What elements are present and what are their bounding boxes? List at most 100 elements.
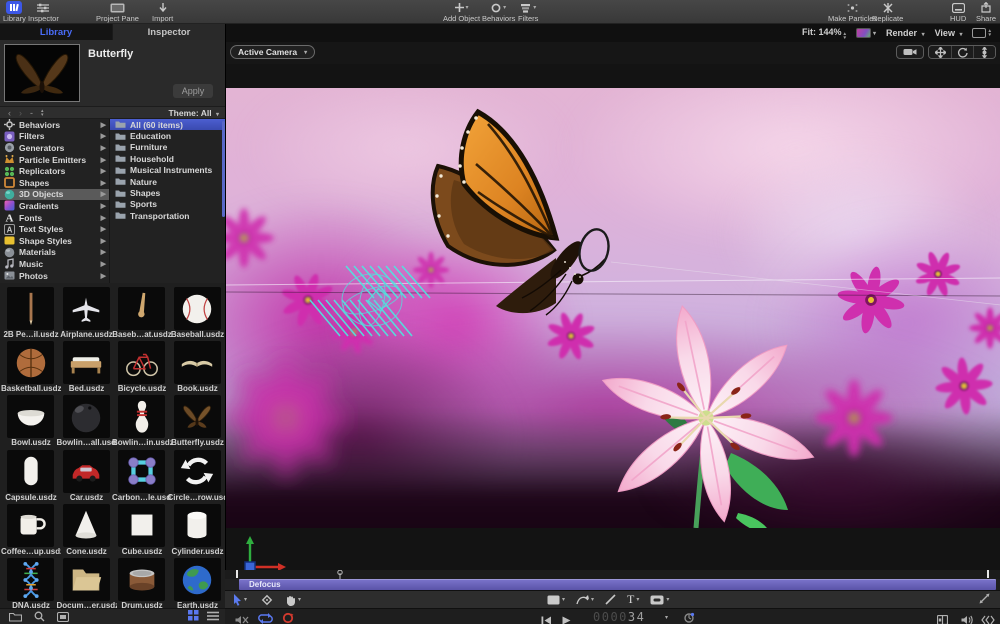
theme-row[interactable]: Sports [110,199,225,210]
record-keyframes-icon[interactable] [683,611,695,624]
library-item[interactable]: Book.usdz [170,339,225,395]
library-item[interactable]: Bowlin…in.usdz [114,393,169,449]
select-tool[interactable]: ▾ [233,594,247,606]
library-item[interactable]: Bowlin…all.usdz [59,393,114,449]
filters-button[interactable]: ▾ Filters [518,0,538,24]
adjust-item-icon[interactable] [979,591,990,609]
dolly-view-button[interactable] [973,46,995,58]
current-frame-timecode[interactable]: 000034 [593,610,645,624]
theme-row[interactable]: Nature [110,176,225,187]
theme-row[interactable]: Furniture [110,142,225,153]
library-item[interactable]: Baseb…at.usdz [114,285,169,341]
bezier-tool[interactable]: ▾ [576,594,594,605]
orbit-view-button[interactable] [951,46,973,58]
library-item[interactable]: Capsule.usdz [3,448,58,504]
theme-filter-dropdown[interactable]: Theme: All ▾ [168,108,219,118]
mini-timeline[interactable]: Defocus [225,570,1000,590]
tab-library[interactable]: Library [0,24,112,40]
library-item[interactable]: Docum…er.usdz [59,556,114,612]
library-item[interactable]: Bed.usdz [59,339,114,395]
out-point-marker[interactable] [987,570,989,578]
camera-select-dropdown[interactable]: Active Camera▾ [230,45,315,59]
category-row[interactable]: Photos ▶ [0,270,109,282]
defocus-track-bar[interactable]: Defocus [239,579,996,590]
tab-inspector[interactable]: Inspector [112,24,225,40]
disclosure-arrow-icon[interactable]: ▶ [101,121,106,129]
theme-row[interactable]: Shapes [110,187,225,198]
category-row[interactable]: Generators ▶ [0,142,109,154]
pan-view-button[interactable] [929,46,951,58]
library-item[interactable]: Bicycle.usdz [114,339,169,395]
category-row[interactable]: Shape Styles ▶ [0,235,109,247]
library-item[interactable]: Cone.usdz [59,502,114,558]
disclosure-arrow-icon[interactable]: ▶ [101,225,106,233]
library-item[interactable]: Cylinder.usdz [170,502,225,558]
forward-arrow-icon[interactable]: › [19,108,22,118]
grid-view-icon[interactable] [188,608,199,624]
loop-playback-icon[interactable] [258,611,273,624]
library-item[interactable]: Coffee…up.usdz [3,502,58,558]
channel-swatch-dropdown[interactable]: ▾ [856,28,876,38]
library-item[interactable]: Butterfly.usdz [170,393,225,449]
make-particles-button[interactable]: Make Particles [828,0,877,24]
disclosure-arrow-icon[interactable]: ▶ [101,144,106,152]
zoom-level-control[interactable]: Fit: 144%▴▾ [802,27,846,40]
disclosure-arrow-icon[interactable]: ▶ [101,156,106,164]
library-item[interactable]: Circle…row.usdz [170,448,225,504]
share-button[interactable]: Share [976,0,996,24]
record-icon[interactable] [282,611,294,624]
library-item[interactable]: 2B Pe…il.usdz [3,285,58,341]
camera-view-button[interactable] [896,45,924,59]
disclosure-arrow-icon[interactable]: ▶ [101,260,106,268]
category-row[interactable]: Filters ▶ [0,131,109,143]
new-folder-icon[interactable] [9,612,22,622]
disclosure-arrow-icon[interactable]: ▶ [101,167,106,175]
in-point-marker[interactable] [236,570,238,578]
theme-row[interactable]: Transportation [110,210,225,221]
list-view-icon[interactable] [207,608,219,624]
rectangle-tool[interactable]: ▾ [547,595,565,605]
replicate-button[interactable]: Replicate [872,0,903,24]
inspector-button[interactable]: Inspector [28,0,59,24]
category-row[interactable]: Materials ▶ [0,247,109,259]
show-timeline-icon[interactable] [981,612,996,624]
view-menu[interactable]: View ▾ [935,28,963,38]
display-control[interactable]: ▴▾ [972,28,991,38]
category-row[interactable]: Particle Emitters ▶ [0,154,109,166]
library-item[interactable]: Basketball.usdz [3,339,58,395]
render-menu[interactable]: Render ▾ [886,28,925,38]
theme-row[interactable]: Musical Instruments [110,165,225,176]
library-item[interactable]: Car.usdz [59,448,114,504]
mask-tool[interactable]: ▾ [650,595,669,605]
library-item[interactable]: Baseball.usdz [170,285,225,341]
project-timeline-icon[interactable] [937,612,948,624]
category-row[interactable]: Gradients ▶ [0,200,109,212]
transform-tool[interactable] [261,594,273,606]
mute-audio-icon[interactable] [235,612,249,624]
theme-row[interactable]: Household [110,153,225,164]
category-row[interactable]: 3D Objects ▶ [0,189,109,201]
disclosure-arrow-icon[interactable]: ▶ [101,179,106,187]
disclosure-arrow-icon[interactable]: ▶ [101,272,106,280]
library-item[interactable]: Drum.usdz [114,556,169,612]
library-item[interactable]: DNA.usdz [3,556,58,612]
scene-viewport[interactable] [226,88,1000,528]
library-item[interactable]: Airplane.usdz [59,285,114,341]
category-row[interactable]: A Text Styles ▶ [0,223,109,235]
disclosure-arrow-icon[interactable]: ▶ [101,202,106,210]
library-item[interactable]: Bowl.usdz [3,393,58,449]
media-browser-icon[interactable] [57,612,69,622]
project-pane-button[interactable]: Project Pane [96,0,139,24]
disclosure-arrow-icon[interactable]: ▶ [101,214,106,222]
play-button[interactable] [562,612,571,624]
disclosure-arrow-icon[interactable]: ▶ [101,237,106,245]
theme-row[interactable]: All (60 items) [110,119,225,130]
theme-row[interactable]: Education [110,130,225,141]
behaviors-button[interactable]: ▾ Behaviors [482,0,515,24]
apply-button[interactable]: Apply [173,84,213,98]
line-tool[interactable] [605,594,616,605]
category-row[interactable]: Shapes ▶ [0,177,109,189]
hud-button[interactable]: HUD [950,0,966,24]
library-item[interactable]: Cube.usdz [114,502,169,558]
disclosure-arrow-icon[interactable]: ▶ [101,132,106,140]
